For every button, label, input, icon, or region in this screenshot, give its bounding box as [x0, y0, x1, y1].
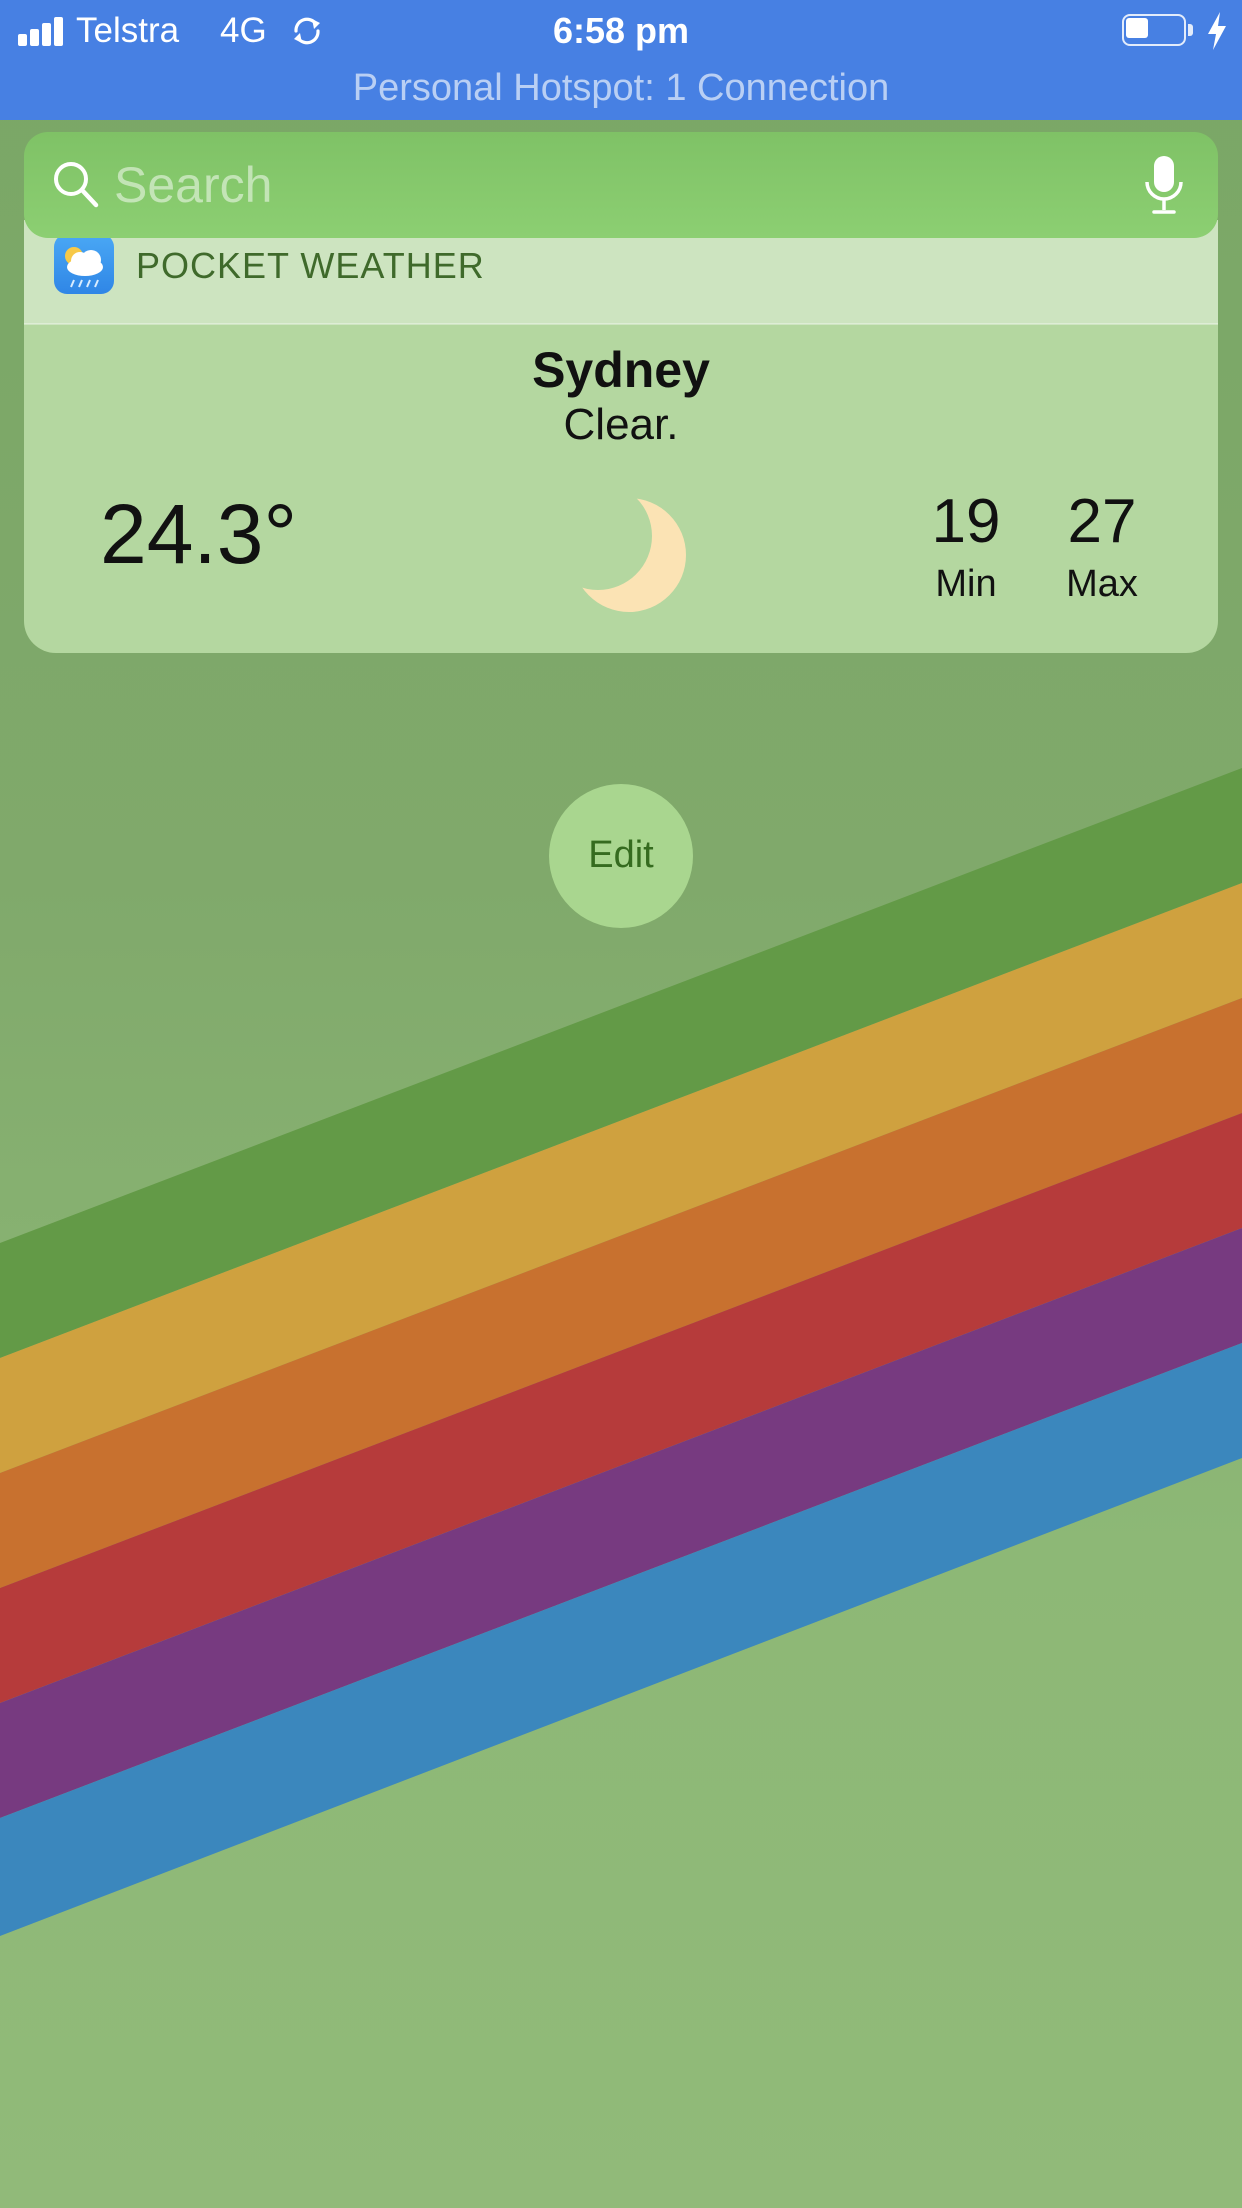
- edit-button-label: Edit: [588, 834, 654, 876]
- edit-widgets-button[interactable]: Edit: [549, 784, 693, 928]
- city-name: Sydney: [532, 342, 710, 398]
- crescent-moon-icon: [572, 498, 686, 612]
- status-row: Telstra 4G 6:58 pm: [0, 0, 1242, 62]
- battery-icon: [1122, 14, 1194, 46]
- widget-divider: [24, 323, 1218, 325]
- min-label: Min: [935, 563, 997, 605]
- status-time: 6:58 pm: [552, 10, 690, 51]
- weather-app-icon: [54, 234, 114, 294]
- widget-app-name: POCKET WEATHER: [136, 245, 485, 286]
- search-bar[interactable]: Search: [24, 132, 1218, 238]
- max-label: Max: [1066, 563, 1138, 605]
- pocket-weather-widget[interactable]: POCKET WEATHER Sydney Clear. 24.3° 19 27…: [24, 220, 1218, 653]
- charging-bolt-icon: [1208, 12, 1226, 50]
- current-temperature: 24.3°: [100, 487, 298, 581]
- search-icon: [54, 162, 99, 208]
- max-temperature: 27: [1067, 487, 1137, 556]
- microphone-icon[interactable]: [1142, 154, 1186, 218]
- status-bar: Telstra 4G 6:58 pm Personal Hotspot: 1 C…: [0, 0, 1242, 120]
- weather-condition: Clear.: [563, 400, 679, 449]
- search-placeholder[interactable]: Search: [114, 156, 272, 214]
- personal-hotspot-banner[interactable]: Personal Hotspot: 1 Connection: [0, 64, 1242, 112]
- min-temperature: 19: [931, 487, 1001, 556]
